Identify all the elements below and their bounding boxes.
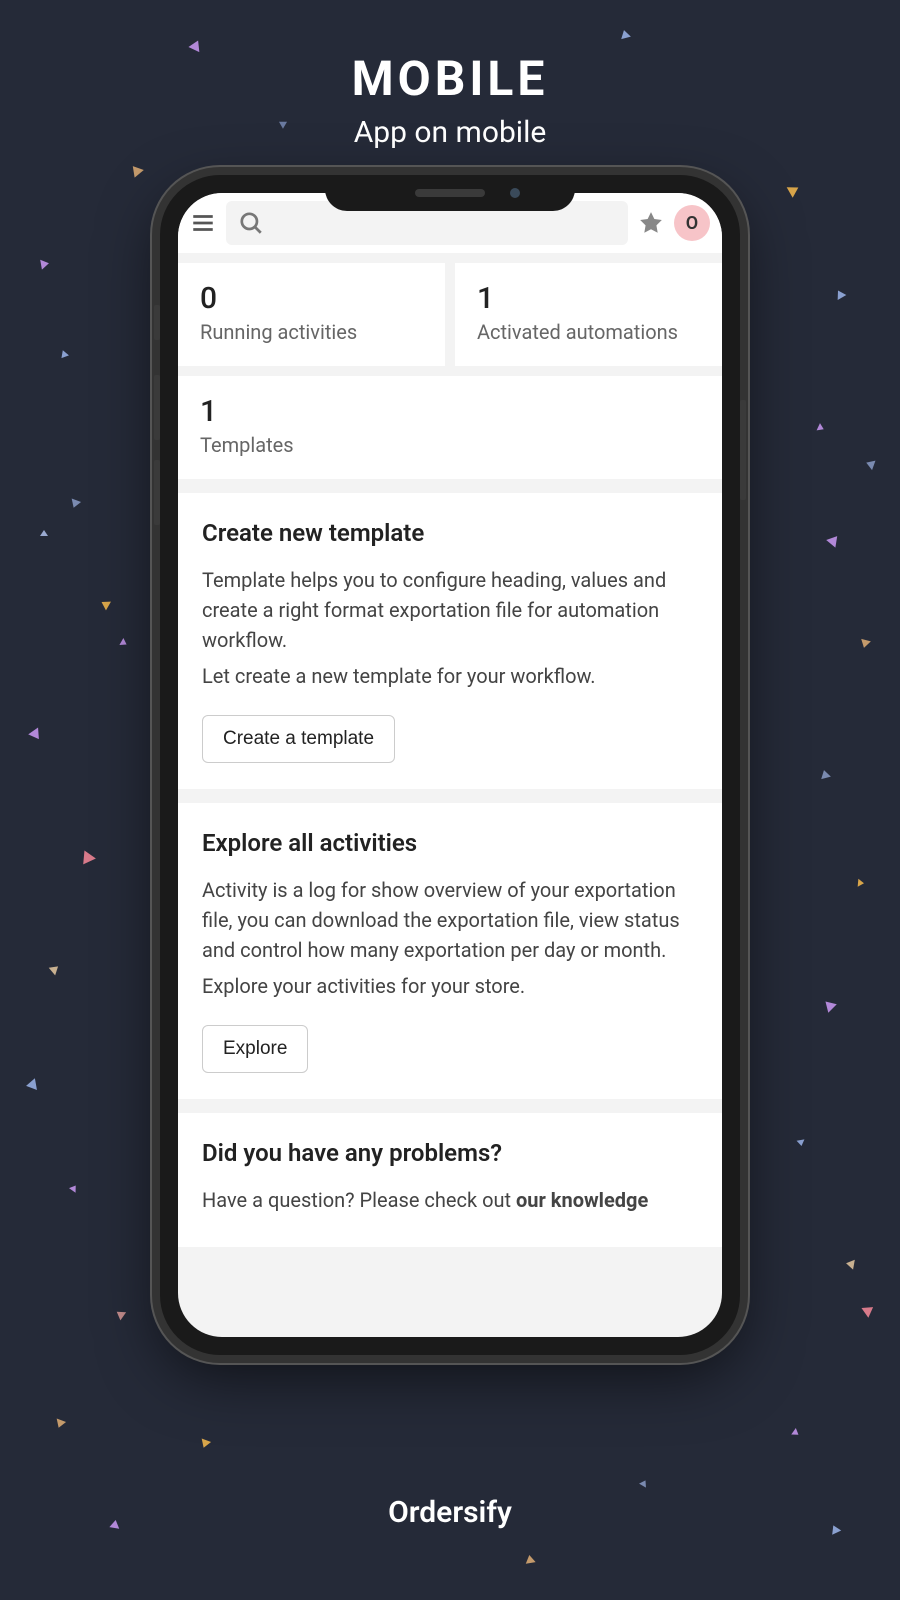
section-explore-activities: Explore all activities Activity is a log… xyxy=(178,803,722,1099)
promo-header: MOBILE App on mobile xyxy=(0,0,900,150)
section-create-template: Create new template Template helps you t… xyxy=(178,493,722,789)
search-icon xyxy=(238,210,264,236)
section-text: Activity is a log for show overview of y… xyxy=(202,875,698,965)
star-icon[interactable] xyxy=(638,210,664,236)
problems-text-prefix: Have a question? Please check out xyxy=(202,1188,516,1212)
stat-running-activities[interactable]: 0 Running activities xyxy=(178,263,445,366)
knowledge-link[interactable]: our knowledge xyxy=(516,1188,648,1212)
avatar[interactable]: O xyxy=(674,205,710,241)
section-text: Have a question? Please check out our kn… xyxy=(202,1185,698,1215)
promo-subtitle: App on mobile xyxy=(0,115,900,150)
section-problems: Did you have any problems? Have a questi… xyxy=(178,1113,722,1247)
stats-row: 0 Running activities 1 Activated automat… xyxy=(178,253,722,376)
stat-value: 1 xyxy=(477,281,700,316)
explore-button[interactable]: Explore xyxy=(202,1025,308,1073)
section-title: Did you have any problems? xyxy=(202,1139,698,1167)
stat-value: 1 xyxy=(200,394,700,429)
section-text: Let create a new template for your workf… xyxy=(202,661,698,691)
section-title: Explore all activities xyxy=(202,829,698,857)
section-text: Template helps you to configure heading,… xyxy=(202,565,698,655)
stat-label: Activated automations xyxy=(477,320,700,344)
stat-label: Running activities xyxy=(200,320,423,344)
brand-label: Ordersify xyxy=(388,1495,512,1530)
section-text: Explore your activities for your store. xyxy=(202,971,698,1001)
menu-icon[interactable] xyxy=(190,210,216,236)
stat-templates[interactable]: 1 Templates xyxy=(178,376,722,479)
promo-title: MOBILE xyxy=(0,50,900,107)
phone-frame: O 0 Running activities 1 Activated autom… xyxy=(160,175,740,1355)
stat-activated-automations[interactable]: 1 Activated automations xyxy=(455,263,722,366)
stat-value: 0 xyxy=(200,281,423,316)
content: 0 Running activities 1 Activated automat… xyxy=(178,253,722,1247)
create-template-button[interactable]: Create a template xyxy=(202,715,395,763)
section-title: Create new template xyxy=(202,519,698,547)
phone-screen: O 0 Running activities 1 Activated autom… xyxy=(178,193,722,1337)
stat-label: Templates xyxy=(200,433,700,457)
phone-notch xyxy=(325,175,575,211)
